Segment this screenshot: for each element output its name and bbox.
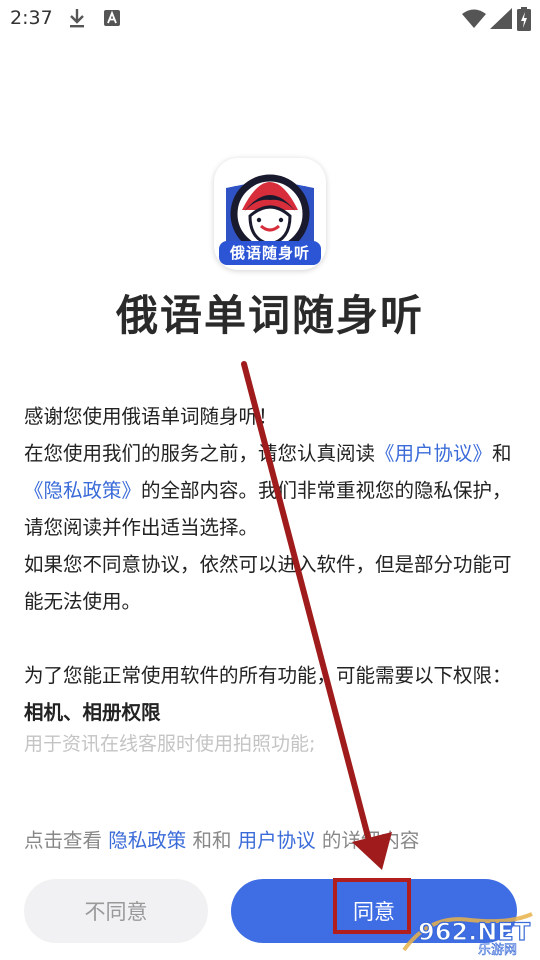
footer-note: 点击查看 隐私政策 和和 用户协议 的详细内容 bbox=[24, 824, 419, 853]
keyboard-a-icon bbox=[104, 10, 120, 30]
agreement-content: 感谢您使用俄语单词随身听！ 在您使用我们的服务之前，请您认真阅读《用户协议》和《… bbox=[24, 398, 516, 757]
status-bar: 2:37 bbox=[0, 0, 540, 36]
footer-prefix: 点击查看 bbox=[24, 829, 103, 852]
download-icon bbox=[68, 8, 86, 32]
permissions-intro: 为了您能正常使用软件的所有功能，可能需要以下权限： bbox=[24, 664, 512, 687]
privacy-policy-link[interactable]: 《隐私政策》 bbox=[24, 479, 141, 502]
footer-privacy-link[interactable]: 隐私政策 bbox=[108, 829, 186, 852]
battery-icon bbox=[517, 7, 531, 35]
app-title: 俄语单词随身听 bbox=[115, 291, 424, 340]
app-icon: 俄语随身听 bbox=[214, 158, 326, 270]
intro-paragraph: 在您使用我们的服务之前，请您认真阅读《用户协议》和《隐私政策》的全部内容。我们非… bbox=[24, 435, 516, 546]
watermark: 962.NET 乐游网 bbox=[400, 910, 536, 958]
and-text: 和 bbox=[492, 442, 512, 465]
disagree-button[interactable]: 不同意 bbox=[24, 879, 208, 943]
watermark-brand: 962.NET bbox=[418, 918, 531, 946]
status-time: 2:37 bbox=[10, 7, 53, 29]
footer-middle: 和和 bbox=[192, 829, 232, 852]
greeting-text: 感谢您使用俄语单词随身听！ bbox=[24, 405, 278, 428]
signal-icon bbox=[490, 8, 512, 33]
user-agreement-link[interactable]: 《用户协议》 bbox=[375, 442, 492, 465]
wifi-icon bbox=[462, 9, 486, 32]
footer-suffix: 的详细内容 bbox=[321, 829, 420, 852]
watermark-sub: 乐游网 bbox=[478, 943, 517, 956]
app-icon-label: 俄语随身听 bbox=[219, 241, 321, 265]
permission-title: 相机、相册权限 bbox=[24, 701, 161, 724]
disagree-note: 如果您不同意协议，依然可以进入软件，但是部分功能可能无法使用。 bbox=[24, 553, 512, 613]
footer-user-link[interactable]: 用户协议 bbox=[238, 829, 316, 852]
intro-prefix: 在您使用我们的服务之前，请您认真阅读 bbox=[24, 442, 376, 465]
permission-desc: 用于资讯在线客服时使用拍照功能; bbox=[24, 733, 316, 755]
